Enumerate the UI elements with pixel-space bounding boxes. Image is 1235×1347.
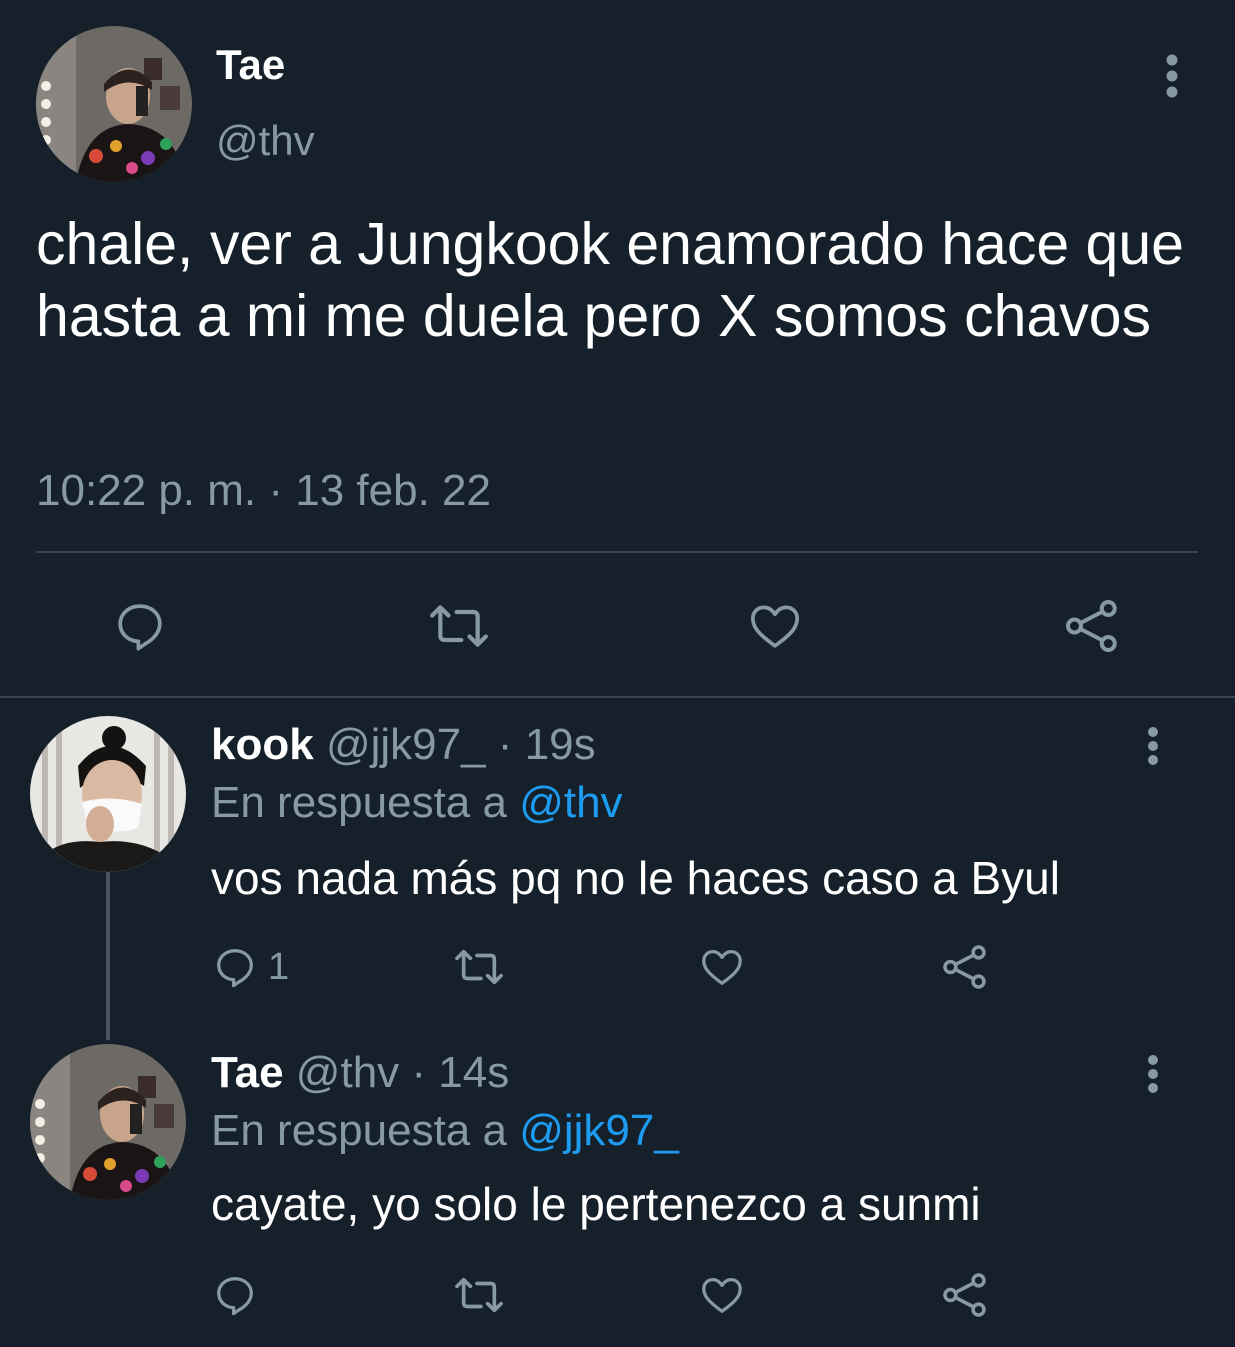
share-icon: [943, 1273, 986, 1317]
tweet-timestamp[interactable]: 10:22 p. m. · 13 feb. 22: [36, 464, 491, 518]
meta-separator: ·: [399, 1048, 439, 1097]
reply-button[interactable]: 1: [212, 944, 289, 990]
reply-time[interactable]: 14s: [438, 1048, 509, 1097]
more-vertical-icon: [1148, 727, 1158, 765]
like-button[interactable]: [698, 944, 746, 990]
more-options-button[interactable]: [1133, 1044, 1173, 1104]
retweet-icon: [455, 1277, 503, 1313]
reply-time[interactable]: 19s: [525, 720, 596, 769]
retweet-button[interactable]: [452, 944, 506, 990]
author-handle[interactable]: @thv: [216, 116, 315, 166]
reply-text: vos nada más pq no le haces caso a Byul: [211, 852, 1060, 904]
reply-icon: [217, 1277, 253, 1316]
replying-to-label: En respuesta a: [211, 778, 520, 827]
retweet-button[interactable]: [426, 598, 492, 654]
reply-icon: [118, 604, 162, 651]
like-button[interactable]: [746, 598, 804, 654]
share-button[interactable]: [1062, 596, 1122, 656]
reply-handle[interactable]: @thv: [296, 1048, 399, 1097]
divider: [0, 696, 1235, 698]
reply-author-avatar[interactable]: [30, 716, 186, 872]
share-button[interactable]: [940, 942, 990, 992]
mention-link[interactable]: @thv: [519, 778, 622, 827]
mention-link[interactable]: @jjk97_: [519, 1106, 679, 1155]
reply-text: cayate, yo solo le pertenezco a sunmi: [211, 1178, 981, 1230]
reply-header: Tae @thv · 14s: [211, 1046, 509, 1100]
reply-button[interactable]: [212, 1272, 258, 1318]
retweet-button[interactable]: [452, 1272, 506, 1318]
reply-handle[interactable]: @jjk97_: [326, 720, 486, 769]
like-button[interactable]: [698, 1272, 746, 1318]
replying-to: En respuesta a @jjk97_: [211, 1104, 679, 1158]
thread-connector: [106, 872, 110, 1040]
reply-button[interactable]: [112, 598, 168, 654]
divider: [36, 551, 1198, 553]
reply-icon: [217, 949, 253, 988]
reply-header: kook @jjk97_ · 19s: [211, 718, 596, 772]
like-icon: [750, 605, 800, 648]
share-button[interactable]: [940, 1270, 990, 1320]
reply-author-avatar[interactable]: [30, 1044, 186, 1200]
reply-count: 1: [268, 945, 290, 988]
like-icon: [702, 1278, 742, 1313]
author-display-name[interactable]: Tae: [216, 40, 285, 90]
reply-display-name[interactable]: Tae: [211, 1048, 284, 1097]
replying-to: En respuesta a @thv: [211, 776, 623, 830]
more-vertical-icon: [1166, 54, 1178, 98]
more-options-button[interactable]: [1152, 46, 1192, 106]
share-icon: [943, 945, 986, 989]
retweet-icon: [455, 949, 503, 985]
like-icon: [702, 950, 742, 985]
tweet-text: chale, ver a Jungkook enamorado hace que…: [36, 211, 1184, 349]
more-vertical-icon: [1148, 1055, 1158, 1093]
meta-separator: ·: [485, 720, 525, 769]
author-avatar[interactable]: [36, 26, 192, 182]
share-icon: [1066, 600, 1117, 652]
replying-to-label: En respuesta a: [211, 1106, 520, 1155]
more-options-button[interactable]: [1133, 716, 1173, 776]
reply-display-name[interactable]: kook: [211, 720, 314, 769]
retweet-icon: [430, 605, 488, 647]
